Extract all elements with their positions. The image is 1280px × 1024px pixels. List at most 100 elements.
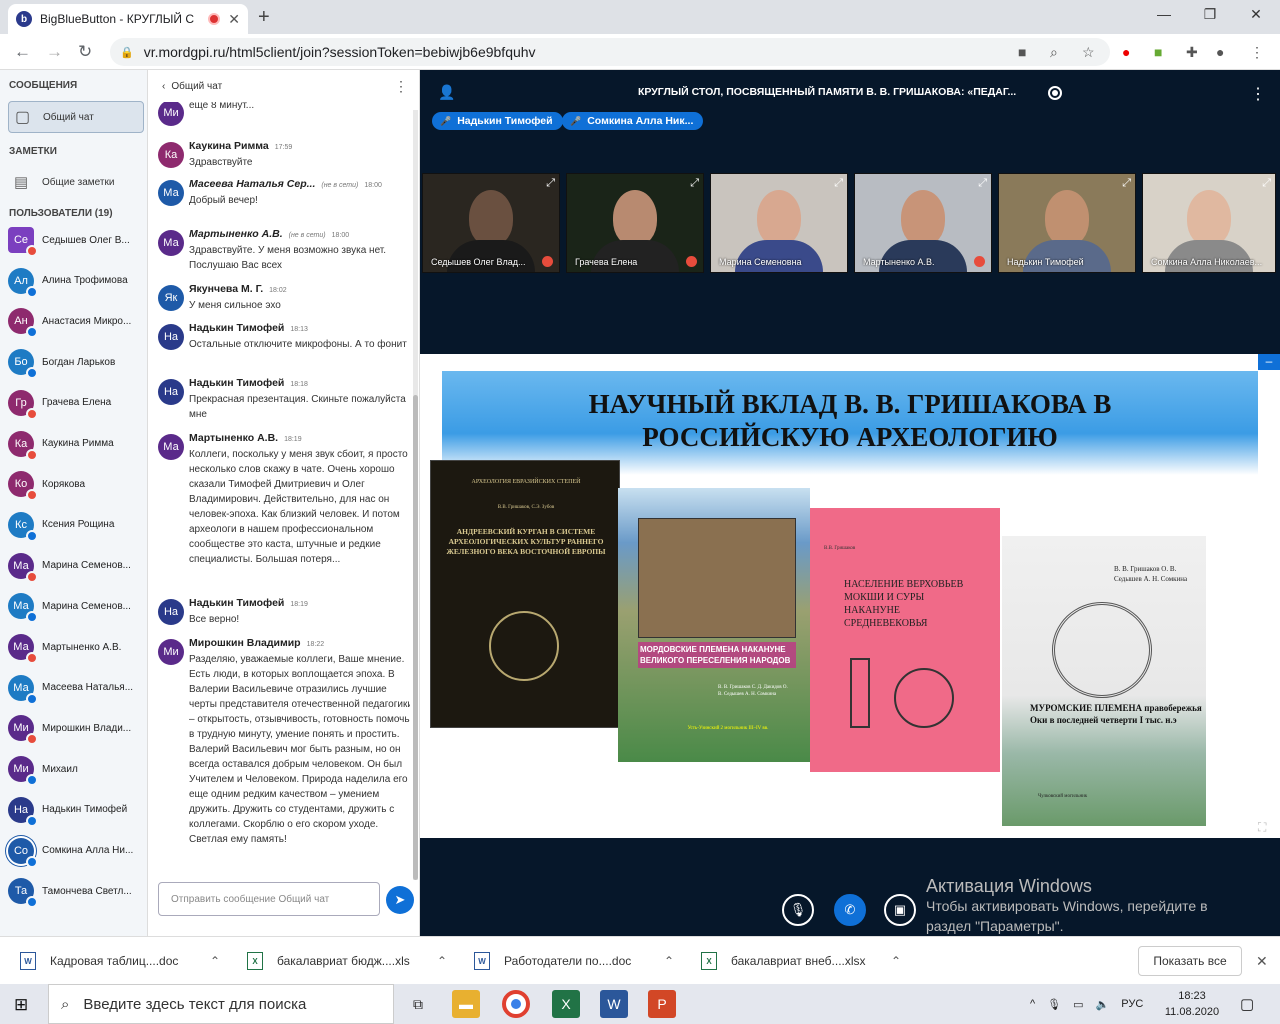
browser-menu-icon[interactable]: ⋮ — [1250, 44, 1264, 61]
reload-icon[interactable]: ↻ — [78, 42, 92, 62]
powerpoint-icon[interactable]: P — [648, 990, 676, 1018]
chat-message-input[interactable]: Отправить сообщение Общий чат — [158, 882, 380, 916]
task-view-icon[interactable]: ⧉ — [404, 990, 432, 1018]
webcam-video-tile[interactable]: ⤢ Грачева Елена — [566, 173, 704, 273]
user-list-item[interactable]: Ми Мирошкин Влади... — [8, 708, 134, 748]
chrome-icon[interactable] — [502, 990, 530, 1018]
user-list-item[interactable]: Бо Богдан Ларьков — [8, 342, 134, 382]
message-sender: Якунчева М. Г. 18:02 — [189, 283, 287, 295]
user-list-item[interactable]: На Надькин Тимофей — [8, 790, 134, 830]
download-options-chevron-icon[interactable]: ⌃ — [891, 954, 901, 968]
close-tab-icon[interactable]: ✕ — [228, 11, 240, 28]
user-list-item[interactable]: Ма Масеева Наталья... — [8, 668, 134, 708]
hide-chat-chevron-icon[interactable]: ‹ — [162, 81, 165, 92]
fullscreen-video-icon[interactable]: ⤢ — [834, 177, 843, 190]
notifications-icon[interactable]: ▢ — [1240, 995, 1254, 1013]
user-list-item[interactable]: Со Сомкина Алла Ни... — [8, 831, 134, 871]
forward-arrow-icon[interactable]: → — [46, 42, 63, 62]
webcam-video-tile[interactable]: ⤢ Марина Семеновна — [710, 173, 848, 273]
fullscreen-video-icon[interactable]: ⤢ — [978, 177, 987, 190]
recording-status-icon[interactable] — [1048, 86, 1062, 100]
back-arrow-icon[interactable]: ← — [14, 42, 31, 62]
fullscreen-video-icon[interactable]: ⤢ — [546, 177, 555, 190]
user-list-item[interactable]: Та Тамончева Светл... — [8, 871, 134, 911]
taskbar-clock[interactable]: 18:23 11.08.2020 — [1160, 988, 1224, 1020]
word-icon[interactable]: W — [600, 990, 628, 1018]
restore-window-icon[interactable]: ❐ — [1190, 6, 1230, 23]
user-list-item[interactable]: Ма Марина Семенов... — [8, 546, 134, 586]
zoom-icon[interactable]: ⌕ — [1050, 44, 1058, 61]
user-list-item[interactable]: Гр Грачева Елена — [8, 383, 134, 423]
bigbluebutton-favicon-icon: b — [16, 11, 32, 27]
send-message-button[interactable]: ➤ — [386, 886, 414, 914]
bookmark-star-icon[interactable]: ☆ — [1082, 44, 1095, 61]
close-downloads-icon[interactable]: ✕ — [1256, 953, 1268, 970]
show-all-downloads-button[interactable]: Показать все — [1138, 946, 1242, 976]
download-item[interactable]: W Кадровая таблиц....doc ⌃ — [20, 937, 220, 985]
extensions-puzzle-icon[interactable]: ✚ — [1186, 44, 1198, 61]
language-indicator[interactable]: РУС — [1121, 998, 1143, 1010]
fullscreen-video-icon[interactable]: ⤢ — [690, 177, 699, 190]
file-explorer-icon[interactable]: ▬ — [452, 990, 480, 1018]
message-avatar: Ма — [158, 230, 184, 256]
camera-icon[interactable]: ■ — [1018, 44, 1026, 60]
extension-icon[interactable]: ■ — [1154, 44, 1162, 60]
download-options-chevron-icon[interactable]: ⌃ — [210, 954, 220, 968]
talking-indicator[interactable]: 🎤 Надькин Тимофей — [432, 112, 563, 130]
excel-icon[interactable]: X — [552, 990, 580, 1018]
user-list-toggle-icon[interactable]: 👤 — [438, 84, 455, 101]
sender-name: Надькин Тимофей — [189, 322, 285, 334]
offline-label: (не в сети) — [288, 232, 326, 239]
user-list-item[interactable]: Ма Марина Семенов... — [8, 586, 134, 626]
download-options-chevron-icon[interactable]: ⌃ — [664, 954, 674, 968]
user-list-item[interactable]: Се Седышев Олег В... — [8, 220, 134, 260]
minimize-presentation-button[interactable]: – — [1258, 354, 1280, 370]
minimize-window-icon[interactable]: — — [1144, 6, 1184, 22]
windows-start-icon[interactable]: ⊞ — [14, 995, 28, 1015]
download-item[interactable]: Xбакалавриат бюдж....xls ⌃ — [247, 937, 447, 985]
opera-extension-icon[interactable]: ● — [1122, 44, 1130, 60]
volume-icon[interactable]: 🔈 — [1096, 998, 1110, 1011]
user-list-item[interactable]: Ка Каукина Римма — [8, 424, 134, 464]
close-window-icon[interactable]: ✕ — [1236, 6, 1276, 23]
chat-options-icon[interactable]: ⋮ — [394, 78, 408, 95]
webcam-video-tile[interactable]: ⤢ Седышев Олег Влад... — [422, 173, 560, 273]
user-avatar: Гр — [8, 389, 38, 420]
download-item[interactable]: W Работодатели по....doc ⌃ — [474, 937, 674, 985]
public-chat-button[interactable]: ▢ Общий чат — [8, 101, 144, 133]
user-list-item[interactable]: Кс Ксения Рощина — [8, 505, 134, 545]
user-list-item[interactable]: Ал Алина Трофимова — [8, 261, 134, 301]
webcam-video-tile[interactable]: ⤢ Мартыненко А.В. — [854, 173, 992, 273]
share-webcam-button[interactable]: ▣ — [884, 894, 916, 926]
fullscreen-video-icon[interactable]: ⤢ — [1262, 177, 1271, 190]
user-list-item[interactable]: Ко Корякова — [8, 464, 134, 504]
user-list-item[interactable]: Ма Мартыненко А.В. — [8, 627, 134, 667]
browser-tab[interactable]: b BigBlueButton - КРУГЛЫЙ С ✕ — [8, 4, 248, 34]
leave-audio-button[interactable]: ✆ — [834, 894, 866, 926]
download-options-chevron-icon[interactable]: ⌃ — [437, 954, 447, 968]
download-item[interactable]: Xбакалавриат внеб....xlsx ⌃ — [701, 937, 901, 985]
talking-indicator[interactable]: 🎤 Сомкина Алла Ник... — [562, 112, 704, 130]
fullscreen-video-icon[interactable]: ⤢ — [1122, 177, 1131, 190]
shared-notes-button[interactable]: ▤ Общие заметки — [8, 168, 114, 196]
webcam-video-tile[interactable]: ⤢ Надькин Тимофей — [998, 173, 1136, 273]
taskbar-search-placeholder: Введите здесь текст для поиска — [83, 995, 307, 1013]
listen-only-icon — [26, 529, 38, 542]
fullscreen-icon[interactable]: ⛶ — [1258, 820, 1274, 836]
mute-microphone-button[interactable]: 🎙 — [782, 894, 814, 926]
user-list-item[interactable]: Ан Анастасия Микро... — [8, 301, 134, 341]
chat-scrollbar-thumb[interactable] — [413, 395, 418, 880]
webcam-video-tile[interactable]: ⤢ Сомкина Алла Николаев... — [1142, 173, 1276, 273]
spiral-ornament-icon — [1052, 602, 1152, 698]
user-name: Корякова — [42, 478, 86, 490]
microphone-tray-icon[interactable]: 🎙 — [1047, 998, 1061, 1011]
new-tab-icon[interactable]: + — [258, 6, 270, 29]
meeting-options-icon[interactable]: ⋮ — [1250, 84, 1266, 104]
user-list-item[interactable]: Ми Михаил — [8, 749, 134, 789]
taskbar-search-box[interactable]: ⌕ Введите здесь текст для поиска — [48, 984, 394, 1024]
show-hidden-icons-chevron-icon[interactable]: ^ — [1030, 998, 1035, 1010]
url-bar[interactable]: 🔒 vr.mordgpi.ru/html5client/join?session… — [110, 38, 1110, 66]
network-icon[interactable]: ▭ — [1073, 998, 1083, 1011]
profile-avatar-icon[interactable]: ● — [1216, 44, 1224, 60]
chat-header[interactable]: ‹ Общий чат ⋮ — [148, 70, 419, 102]
